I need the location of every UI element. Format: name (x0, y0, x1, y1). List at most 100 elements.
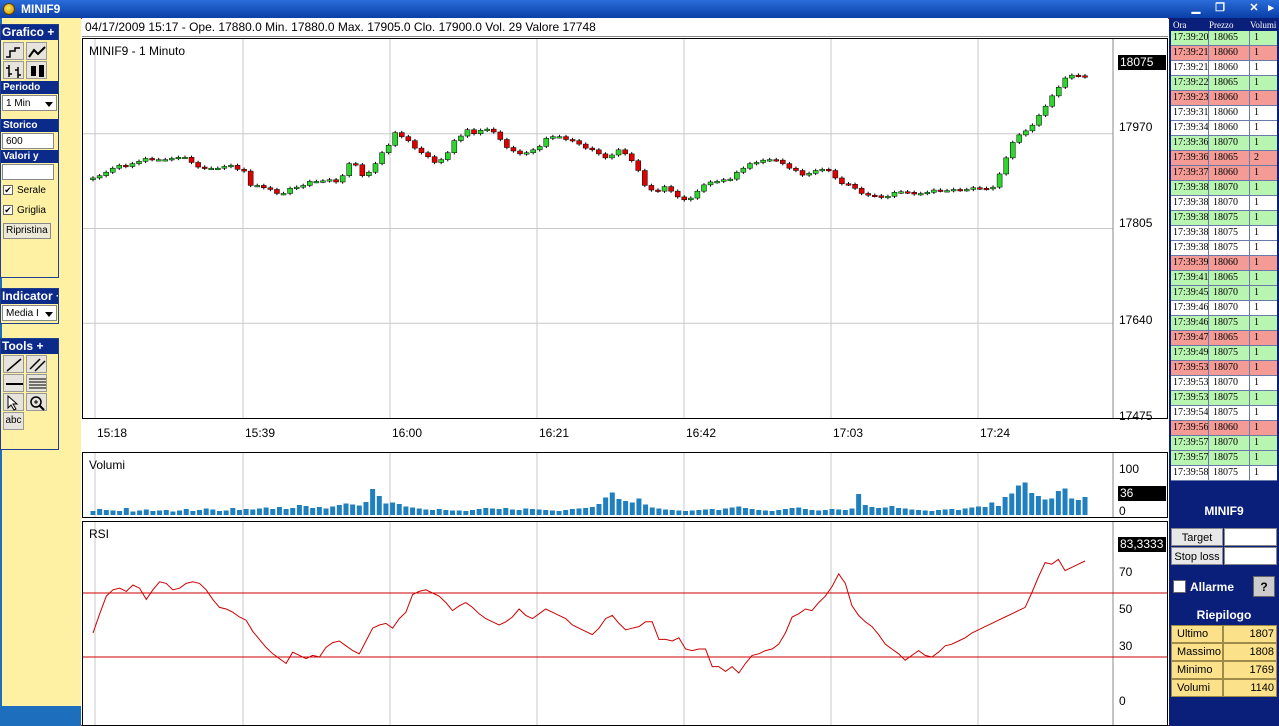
candle (103, 171, 109, 176)
line-chart-icon[interactable] (26, 42, 47, 60)
ohlc-bar-icon[interactable] (3, 61, 24, 79)
volume-bar (742, 508, 748, 515)
volume-bar (869, 507, 875, 515)
price-pane[interactable]: MINIF9 - 1 Minuto 18075 17970 17805 1764… (82, 38, 1168, 423)
volume-bar (1069, 498, 1075, 515)
column-divider (1249, 316, 1250, 330)
grafico-box: Grafico + Periodo 1 Min Storico 600 Valo… (0, 24, 59, 278)
candle (300, 185, 306, 188)
candle (241, 169, 247, 172)
tick-price: 18065 (1213, 77, 1238, 88)
table-row: 17:39:57 18075 1 (1171, 451, 1277, 466)
tick-volume: 1 (1254, 392, 1259, 403)
candle (556, 136, 563, 139)
volume-bar (862, 505, 868, 515)
candle (346, 163, 352, 176)
volume-bar (243, 509, 249, 515)
volume-bar (443, 510, 449, 515)
volume-bar (909, 509, 915, 515)
candle (852, 184, 858, 189)
summary-value: 1807 (1223, 625, 1277, 643)
tools-header[interactable]: Tools + (1, 339, 58, 354)
tick-volume: 1 (1254, 227, 1259, 238)
tick-volume: 1 (1254, 47, 1259, 58)
parallel-lines-icon[interactable] (26, 355, 47, 373)
indicator-header[interactable]: Indicator + (1, 289, 58, 304)
candle (1062, 77, 1069, 88)
volume-bar (636, 498, 642, 515)
candle (451, 140, 458, 153)
valori-y-input[interactable] (2, 164, 54, 180)
volume-pane[interactable]: Volumi 100 36 0 (82, 452, 1168, 518)
close-icon[interactable]: ✕ (1245, 1, 1263, 16)
candle (720, 179, 727, 182)
minimize-icon[interactable]: ▁ (1187, 1, 1205, 16)
tick-price: 18060 (1213, 62, 1238, 73)
tick-price: 18075 (1213, 317, 1238, 328)
summary-value: 1769 (1223, 661, 1277, 679)
column-divider (1249, 226, 1250, 240)
column-divider (1208, 211, 1209, 225)
table-row: 17:39:38 18070 1 (1171, 181, 1277, 196)
step-line-icon[interactable] (3, 42, 24, 60)
storico-input[interactable]: 600 (2, 133, 54, 149)
column-divider (1249, 406, 1250, 420)
volume-bar (496, 509, 502, 515)
volume-bar (383, 503, 389, 515)
allarme-checkbox[interactable] (1173, 580, 1186, 593)
volume-bar (283, 509, 289, 515)
candle (195, 162, 201, 168)
pointer-icon[interactable] (3, 393, 24, 411)
indicator-select[interactable]: Media I (2, 305, 57, 321)
candle (740, 167, 747, 173)
left-panel: Grafico + Periodo 1 Min Storico 600 Valo… (0, 18, 81, 726)
column-divider (1249, 346, 1250, 360)
time-tick-label: 15:39 (245, 426, 276, 440)
candlestick-icon[interactable] (26, 61, 47, 79)
griglia-checkbox[interactable]: ✔ Griglia (1, 201, 58, 221)
periodo-label: Periodo (1, 81, 58, 94)
tick-time: 17:39:58 (1173, 467, 1209, 478)
candle (950, 189, 957, 192)
ripristina-button[interactable]: Ripristina (3, 223, 51, 239)
volume-bar (483, 508, 489, 515)
tick-volume: 1 (1254, 332, 1259, 343)
volume-bar (975, 506, 981, 515)
volume-bar (130, 511, 136, 515)
right-panel: Ora Prezzo Volumi 17:39:20 18065 1 17:39:21… (1169, 18, 1279, 726)
table-row: 17:39:37 18060 1 (1171, 166, 1277, 181)
text-tool-button[interactable]: abc (3, 412, 24, 430)
tick-time: 17:39:46 (1173, 317, 1209, 328)
target-input[interactable] (1224, 528, 1277, 546)
trendline-icon[interactable] (3, 355, 24, 373)
tick-price: 18060 (1213, 422, 1238, 433)
checkmark-icon: ✔ (3, 185, 13, 196)
periodo-value: 1 Min (6, 98, 31, 109)
volume-bar (676, 510, 682, 515)
help-button[interactable]: ? (1253, 576, 1275, 597)
column-divider (1249, 151, 1250, 165)
stop-loss-input[interactable] (1224, 547, 1277, 565)
volume-bar (729, 507, 735, 515)
serale-checkbox[interactable]: ✔ Serale (1, 181, 58, 201)
valori-y-label: Valori y (1, 150, 58, 163)
restore-icon[interactable]: ❐ (1211, 1, 1229, 16)
zoom-icon[interactable] (26, 393, 47, 411)
tick-time: 17:39:37 (1173, 167, 1209, 178)
tick-price: 18075 (1213, 212, 1238, 223)
candle (1082, 75, 1088, 78)
menu-icon[interactable]: ▸ (1262, 1, 1279, 16)
candle (569, 139, 576, 142)
candle (760, 159, 766, 163)
periodo-select[interactable]: 1 Min (2, 95, 57, 111)
rsi-pane[interactable]: RSI 83,3333 70 50 30 0 (82, 521, 1168, 726)
volume-bar (709, 509, 715, 515)
volume-bar (1009, 493, 1015, 515)
tick-price: 18070 (1213, 287, 1238, 298)
volume-bar (796, 507, 802, 515)
fibonacci-icon[interactable] (26, 374, 47, 392)
volume-bar (669, 510, 675, 515)
candle (162, 159, 169, 162)
grafico-header[interactable]: Grafico + (1, 25, 58, 40)
horizontal-line-icon[interactable] (3, 374, 24, 392)
